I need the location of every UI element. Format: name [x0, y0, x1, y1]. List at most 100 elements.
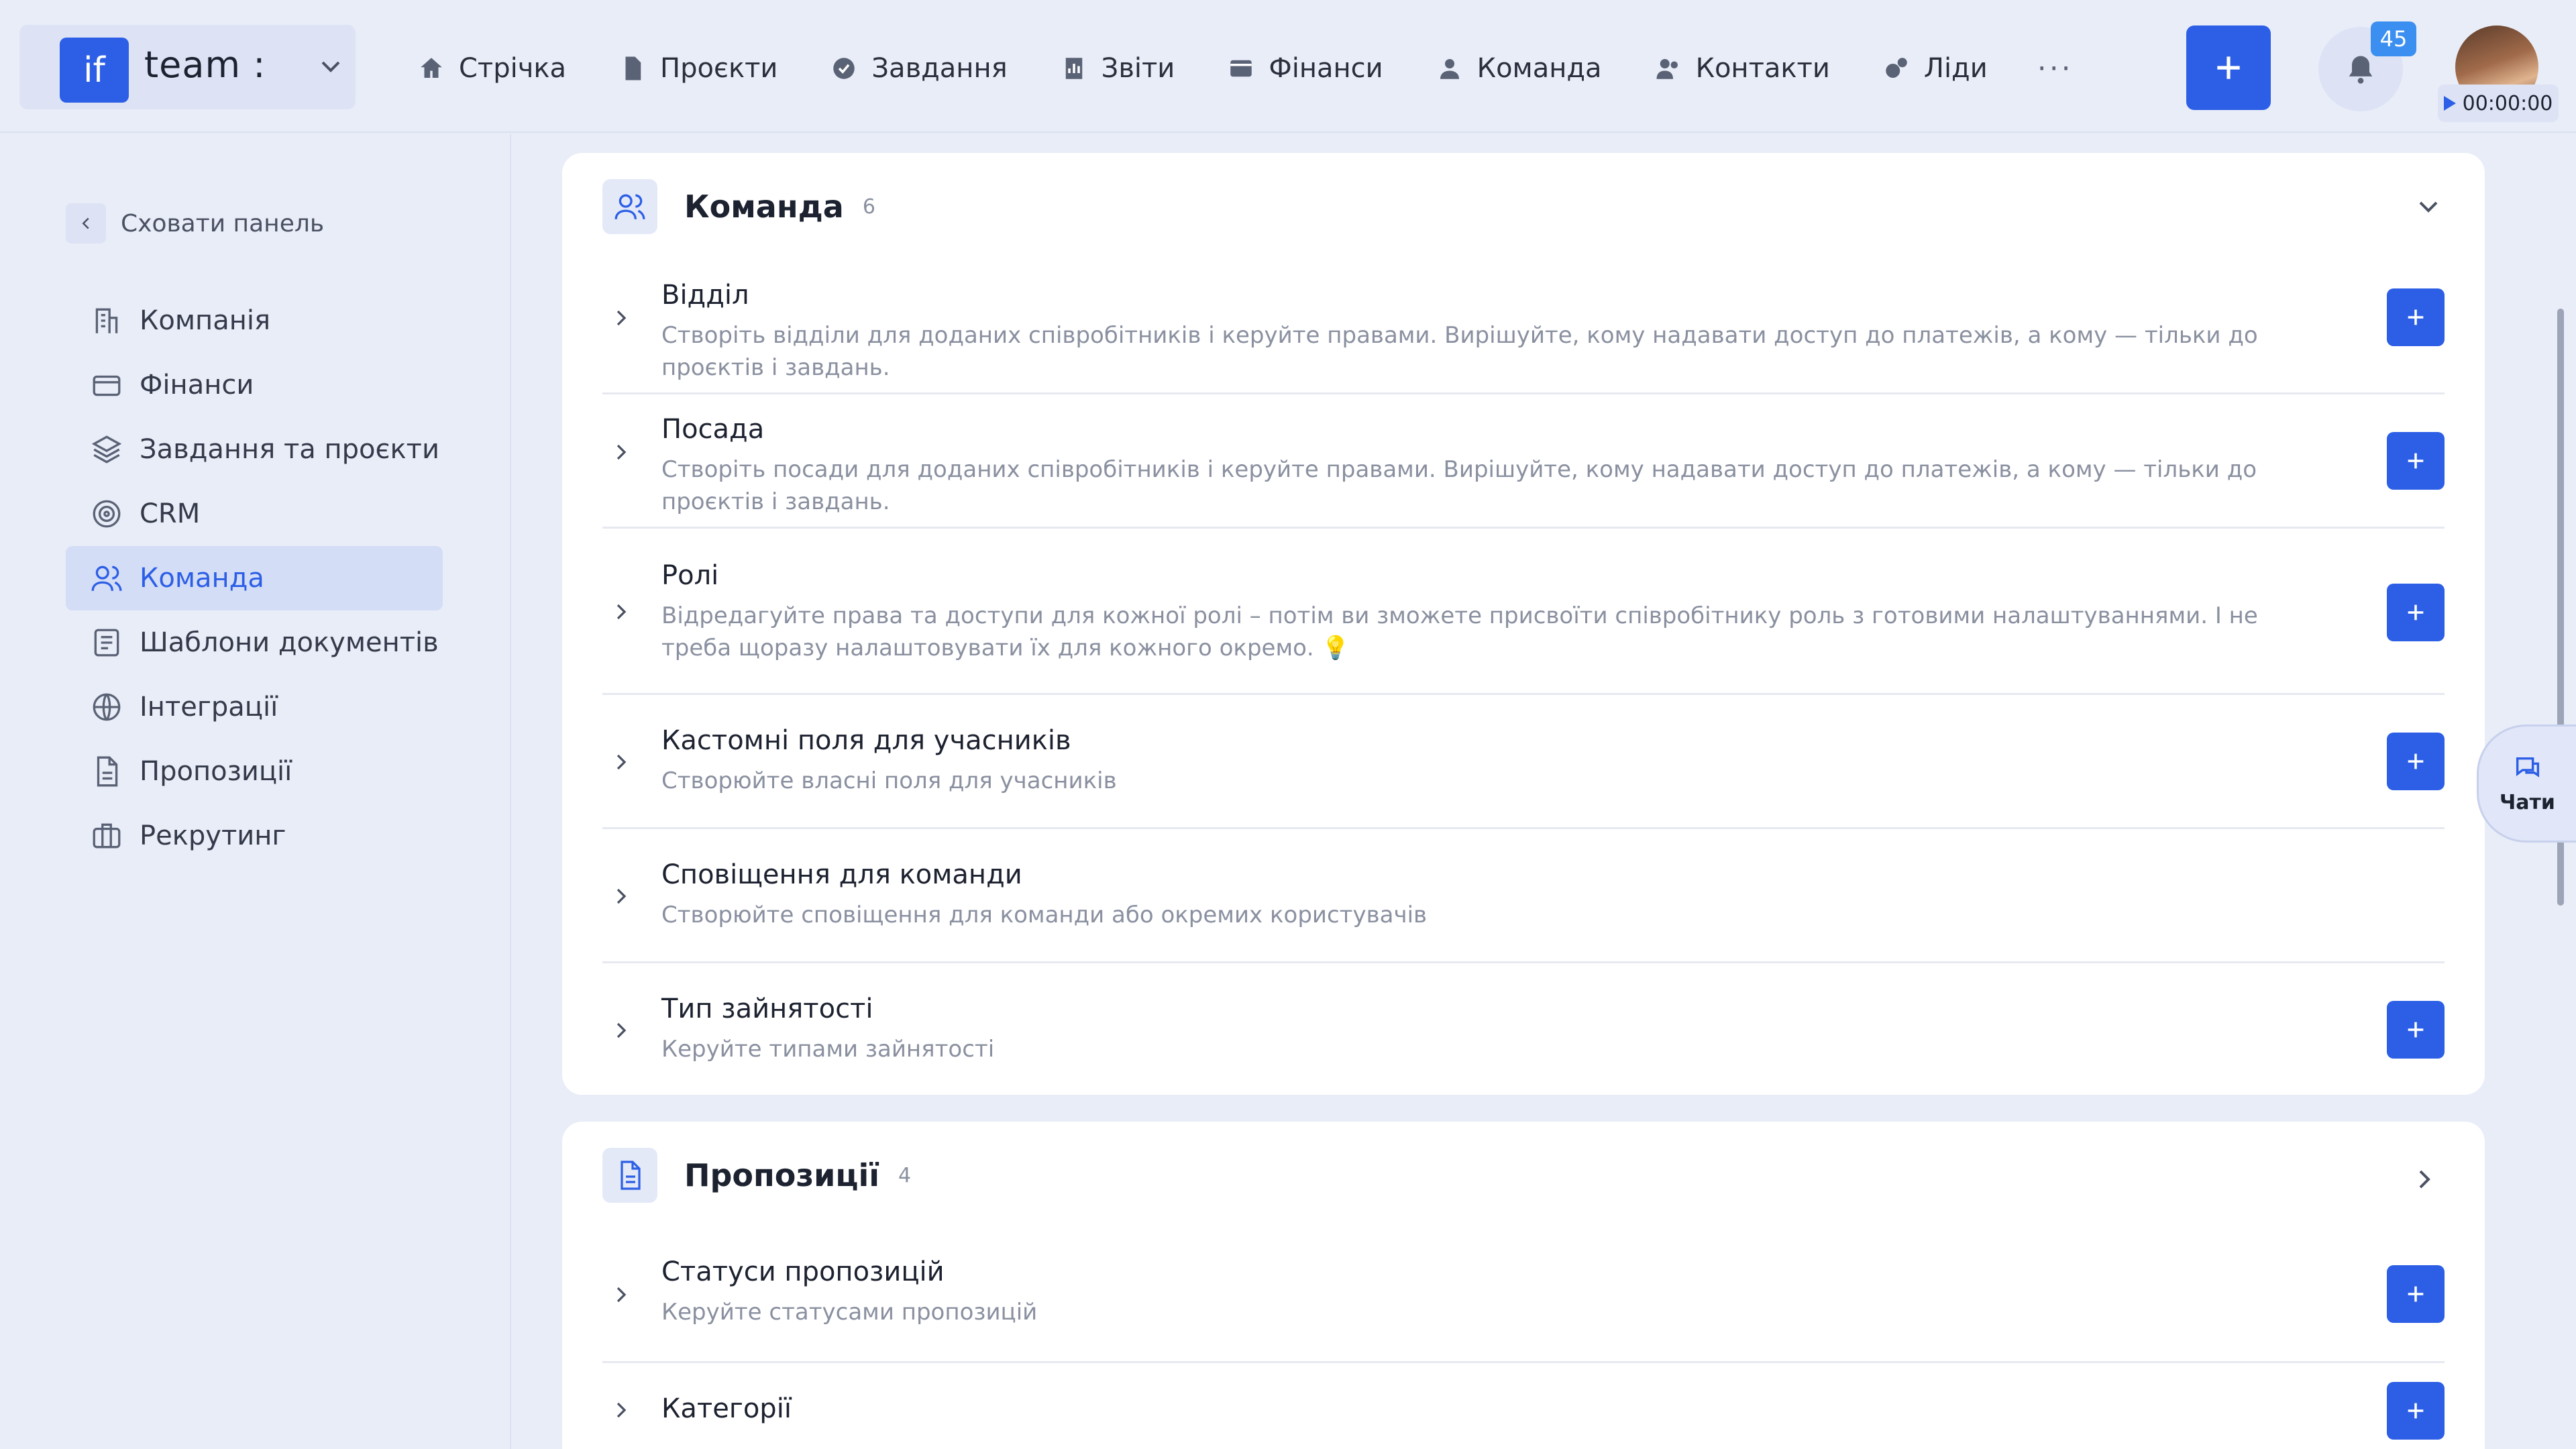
- plus-icon: [2217, 56, 2240, 79]
- add-position-button[interactable]: [2387, 432, 2445, 490]
- chevron-down-icon[interactable]: [2412, 1159, 2445, 1191]
- proposals-section-icon: [602, 1148, 657, 1203]
- add-employment-type-button[interactable]: [2387, 1001, 2445, 1059]
- nav-item-finance[interactable]: Фінанси: [1227, 53, 1383, 84]
- section-title: Пропозиції: [684, 1157, 880, 1193]
- nav-label: Звіти: [1101, 53, 1175, 84]
- plus-icon: [2408, 453, 2424, 469]
- sidebar-item-proposals[interactable]: Пропозиції: [66, 739, 443, 804]
- template-icon: [94, 629, 119, 657]
- nav-item-contacts[interactable]: Контакти: [1654, 53, 1830, 84]
- chats-label: Чати: [2500, 790, 2555, 814]
- chevron-right-icon[interactable]: [608, 883, 635, 910]
- wallet-icon: [1230, 60, 1252, 77]
- sidebar-item-label: Інтеграції: [140, 692, 278, 722]
- user-icon: [1440, 59, 1459, 79]
- chevron-right-icon[interactable]: [608, 598, 635, 625]
- proposals-section-header[interactable]: Пропозиції 4: [602, 1147, 2445, 1203]
- collapse-panel-button[interactable]: Сховати панель: [66, 203, 324, 244]
- top-bar: if team : Стрічка Проєкти Завдання Звіти…: [0, 0, 2576, 133]
- row-title: Кастомні поля для учасників: [661, 725, 1071, 756]
- sidebar-menu: Компанія Фінанси Завдання та проєкти CRM…: [66, 288, 443, 868]
- file-icon: [97, 756, 118, 787]
- row-description: Створіть посади для доданих співробітник…: [661, 456, 2257, 515]
- home-icon: [421, 58, 442, 78]
- nav-item-reports[interactable]: Звіти: [1060, 53, 1175, 84]
- chevron-down-icon[interactable]: [2412, 191, 2445, 223]
- chevron-left-icon: [82, 217, 89, 229]
- list-item[interactable]: Категорії: [602, 1363, 2445, 1449]
- list-item[interactable]: Ролі Відредагуйте права та доступи для к…: [602, 529, 2445, 695]
- target-icon: [93, 500, 121, 528]
- collapse-panel-label: Сховати панель: [121, 209, 325, 237]
- more-menu-button[interactable]: ···: [2037, 52, 2074, 86]
- row-description: Керуйте статусами пропозицій: [661, 1299, 1038, 1326]
- add-category-button[interactable]: [2387, 1382, 2445, 1440]
- main-nav: Стрічка Проєкти Завдання Звіти Фінанси К…: [417, 42, 2074, 95]
- list-item[interactable]: Відділ Створіть відділи для доданих спів…: [602, 260, 2445, 394]
- nav-label: Контакти: [1695, 53, 1830, 84]
- collapse-toggle[interactable]: [66, 203, 106, 244]
- chat-icon: [2516, 757, 2539, 777]
- file-icon: [621, 1161, 641, 1190]
- sidebar-item-label: Завдання та проєкти: [140, 434, 439, 465]
- chevron-right-icon[interactable]: [608, 1281, 635, 1308]
- briefcase-icon: [93, 823, 121, 849]
- plus-icon: [2408, 753, 2424, 769]
- section-count: 6: [862, 195, 875, 219]
- row-title: Категорії: [661, 1393, 792, 1424]
- company-icon: [95, 308, 118, 333]
- nav-item-leads[interactable]: Ліди: [1882, 53, 1988, 84]
- plus-icon: [2408, 1022, 2424, 1038]
- row-title: Відділ: [661, 280, 749, 311]
- layers-icon: [91, 435, 122, 464]
- play-icon: [2443, 96, 2456, 111]
- list-item[interactable]: Статуси пропозицій Керуйте статусами про…: [602, 1229, 2445, 1363]
- row-title: Посада: [661, 414, 765, 445]
- chevron-right-icon[interactable]: [608, 439, 635, 466]
- chevron-right-icon[interactable]: [608, 305, 635, 331]
- leads-icon: [1886, 58, 1907, 78]
- sidebar-item-finance[interactable]: Фінанси: [66, 353, 443, 417]
- sidebar-item-tasks-projects[interactable]: Завдання та проєкти: [66, 417, 443, 482]
- nav-label: Завдання: [871, 53, 1008, 84]
- nav-item-feed[interactable]: Стрічка: [417, 53, 566, 84]
- workspace-name: team :: [144, 44, 266, 86]
- nav-item-projects[interactable]: Проєкти: [619, 53, 777, 84]
- nav-item-tasks[interactable]: Завдання: [830, 53, 1008, 84]
- nav-item-team[interactable]: Команда: [1436, 53, 1602, 84]
- team-icon: [91, 566, 122, 591]
- bell-icon: [2349, 56, 2373, 84]
- team-section-header[interactable]: Команда 6: [602, 178, 2445, 235]
- team-icon: [614, 194, 645, 219]
- sidebar-item-label: Пропозиції: [140, 756, 292, 787]
- chevron-down-icon: [321, 61, 340, 72]
- sidebar-item-recruiting[interactable]: Рекрутинг: [66, 804, 443, 868]
- row-description: Керуйте типами зайнятості: [661, 1036, 995, 1063]
- global-add-button[interactable]: [2186, 25, 2271, 110]
- chevron-right-icon[interactable]: [608, 1397, 635, 1424]
- chevron-right-icon[interactable]: [608, 749, 635, 775]
- sidebar-item-company[interactable]: Компанія: [66, 288, 443, 353]
- workspace-switcher[interactable]: if team :: [19, 25, 356, 109]
- proposals-settings-list: Статуси пропозицій Керуйте статусами про…: [602, 1229, 2445, 1449]
- list-item[interactable]: Сповіщення для команди Створюйте сповіще…: [602, 829, 2445, 963]
- add-department-button[interactable]: [2387, 288, 2445, 346]
- chats-button[interactable]: Чати: [2477, 724, 2576, 843]
- settings-sidebar: Сховати панель Компанія Фінанси Завдання…: [0, 134, 511, 1449]
- sidebar-item-team[interactable]: Команда: [66, 546, 443, 610]
- list-item[interactable]: Кастомні поля для учасників Створюйте вл…: [602, 695, 2445, 829]
- sidebar-item-integrations[interactable]: Інтеграції: [66, 675, 443, 739]
- add-proposal-status-button[interactable]: [2387, 1265, 2445, 1323]
- chevron-right-icon[interactable]: [608, 1017, 635, 1044]
- sidebar-item-doc-templates[interactable]: Шаблони документів: [66, 610, 443, 675]
- add-role-button[interactable]: [2387, 584, 2445, 641]
- team-settings-list: Відділ Створіть відділи для доданих спів…: [602, 260, 2445, 1097]
- time-tracker[interactable]: 00:00:00: [2438, 85, 2559, 122]
- section-title: Команда: [684, 189, 844, 225]
- sidebar-item-crm[interactable]: CRM: [66, 482, 443, 546]
- sidebar-item-label: Команда: [140, 563, 264, 594]
- add-custom-field-button[interactable]: [2387, 733, 2445, 790]
- list-item[interactable]: Тип зайнятості Керуйте типами зайнятості: [602, 963, 2445, 1097]
- list-item[interactable]: Посада Створіть посади для доданих співр…: [602, 394, 2445, 529]
